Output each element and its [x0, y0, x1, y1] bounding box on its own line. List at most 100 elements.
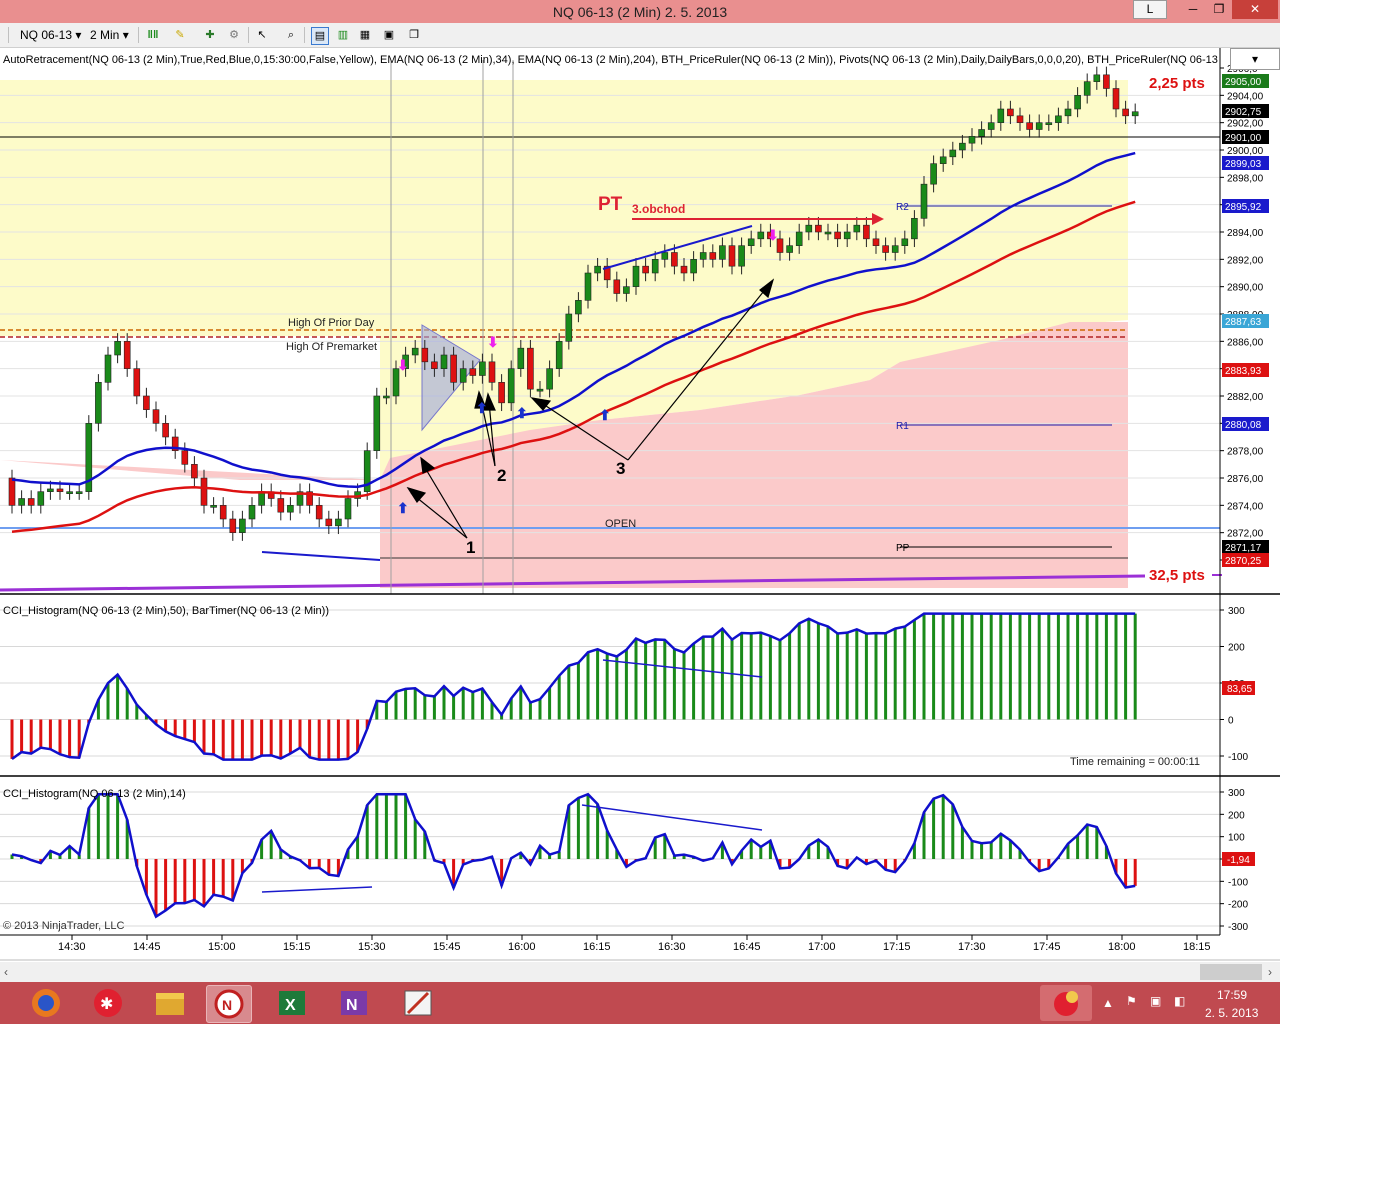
bar-timer: Time remaining = 00:00:11: [1070, 756, 1200, 768]
candle-body: [421, 347, 429, 363]
properties-icon[interactable]: ▦: [357, 27, 373, 43]
firefox-icon[interactable]: [24, 985, 68, 1021]
link-button[interactable]: L: [1133, 0, 1167, 19]
copy-icon[interactable]: ❐: [406, 27, 422, 43]
price-tag-label: 2905,00: [1225, 77, 1262, 88]
toolbar-grip: [8, 27, 9, 43]
strategy-icon[interactable]: ⚙: [226, 27, 242, 43]
svg-text:⬆: ⬆: [397, 500, 409, 516]
scroll-thumb[interactable]: [1200, 964, 1262, 980]
pencil-icon[interactable]: ✎: [172, 27, 188, 43]
chart-area[interactable]: ⬇ ⬇ ⬇ ⬆ ⬆ ⬆ ⬆ 2906,02904,002902,002900,0…: [0, 48, 1280, 964]
clock-date[interactable]: 2. 5. 2013: [1205, 1006, 1258, 1020]
candle-body: [728, 245, 736, 267]
horizontal-scrollbar[interactable]: ‹ ›: [0, 962, 1280, 982]
time-tick-label: 18:00: [1108, 941, 1136, 953]
volume-icon[interactable]: ◧: [1174, 994, 1185, 1008]
network-icon[interactable]: ▣: [1150, 994, 1161, 1008]
data-box-icon[interactable]: ▤: [311, 27, 329, 45]
time-tick-label: 18:15: [1183, 941, 1211, 953]
candle-body: [258, 491, 265, 506]
price-tag-label: 2871,17: [1225, 543, 1262, 554]
candle-body: [95, 382, 102, 424]
candle-body: [488, 361, 496, 383]
instrument-selector[interactable]: NQ 06-13 ▾: [20, 26, 81, 44]
zoom-icon[interactable]: ⌕: [283, 27, 299, 43]
candle-body: [709, 252, 717, 260]
candle-body: [1103, 74, 1110, 89]
pts-top-label: 2,25 pts: [1149, 75, 1205, 92]
pp-label: PP: [896, 543, 910, 554]
candle-body: [584, 272, 592, 301]
template-icon[interactable]: ▣: [381, 27, 397, 43]
instrument-label: NQ 06-13: [20, 28, 73, 42]
candle-body: [210, 505, 217, 508]
onenote-icon[interactable]: N: [332, 985, 376, 1021]
candle-body: [671, 252, 678, 267]
svg-text:N: N: [346, 997, 358, 1014]
toolbar-separator: [138, 27, 139, 43]
candle-body: [411, 347, 419, 356]
candle-body: [104, 354, 112, 383]
time-tick-label: 15:30: [358, 941, 386, 953]
panel-menu-button[interactable]: ▾: [1230, 48, 1280, 70]
tray-expand-icon[interactable]: ▲: [1102, 996, 1114, 1010]
toolbar-separator: [248, 27, 249, 43]
paint-icon[interactable]: [396, 985, 440, 1021]
open-label: OPEN: [605, 518, 636, 530]
cursor-icon[interactable]: ↖: [254, 27, 270, 43]
candle-body: [1064, 108, 1072, 117]
add-indicator-icon[interactable]: ✚: [202, 27, 218, 43]
pts-bottom-label: 32,5 pts: [1149, 567, 1205, 584]
time-tick-label: 16:15: [583, 941, 611, 953]
period-selector[interactable]: 2 Min ▾: [90, 26, 129, 44]
annotation-1: 1: [466, 538, 475, 557]
minimize-button[interactable]: ─: [1180, 0, 1206, 19]
candle-body: [56, 488, 64, 492]
candle-body: [805, 224, 813, 233]
flag-icon[interactable]: ⚑: [1126, 994, 1137, 1008]
maximize-button[interactable]: ❐: [1206, 0, 1232, 19]
app-red-icon[interactable]: ✱: [86, 985, 130, 1021]
candle-body: [795, 231, 803, 246]
high-premarket-label: High Of Premarket: [286, 341, 377, 353]
bar-style-icon[interactable]: ‖‖: [145, 27, 161, 43]
excel-icon[interactable]: X: [270, 985, 314, 1021]
scroll-right-icon[interactable]: ›: [1268, 965, 1272, 979]
candle-body: [1083, 81, 1091, 96]
clock-time[interactable]: 17:59: [1217, 988, 1247, 1002]
svg-text:⬆: ⬆: [516, 405, 528, 421]
tray-app-icon[interactable]: [1040, 985, 1092, 1021]
svg-text:⬇: ⬇: [767, 227, 779, 243]
price-chart[interactable]: ⬇ ⬇ ⬇ ⬆ ⬆ ⬆ ⬆ 2906,02904,002902,002900,0…: [0, 48, 1280, 964]
cci14-tick-label: -100: [1228, 877, 1248, 888]
cci14-tick-label: 100: [1228, 833, 1245, 844]
close-button[interactable]: ✕: [1232, 0, 1278, 19]
ninjatrader-icon[interactable]: N: [206, 985, 252, 1023]
price-tag-label: 2895,92: [1225, 202, 1262, 213]
chevron-down-icon: ▾: [1251, 52, 1259, 66]
candle-body: [1007, 108, 1014, 117]
candle-body: [651, 259, 659, 274]
chart-trader-icon[interactable]: ▥: [335, 27, 351, 43]
price-tick-label: 2898,00: [1227, 173, 1264, 184]
price-tick-label: 2876,00: [1227, 474, 1264, 485]
candle-body: [18, 498, 25, 506]
candle-body: [469, 368, 477, 376]
svg-text:✱: ✱: [100, 996, 113, 1013]
panel2-header: CCI_Histogram(NQ 06-13 (2 Min),50), BarT…: [3, 605, 329, 617]
scroll-left-icon[interactable]: ‹: [4, 965, 8, 979]
title-bar: NQ 06-13 (2 Min) 2. 5. 2013 L ─ ❐ ✕: [0, 0, 1280, 23]
time-tick-label: 17:30: [958, 941, 986, 953]
candle-body: [891, 245, 899, 253]
candle-body: [1026, 122, 1033, 130]
candle-body: [738, 245, 745, 267]
panel3-header: CCI_Histogram(NQ 06-13 (2 Min),14): [3, 788, 186, 800]
price-tick-label: 2882,00: [1227, 392, 1264, 403]
time-tick-label: 17:15: [883, 941, 911, 953]
candle-body: [1093, 74, 1101, 82]
candle-body: [987, 122, 995, 130]
cci50-tick-label: 0: [1228, 716, 1234, 727]
file-manager-icon[interactable]: [148, 985, 192, 1021]
candle-body: [219, 505, 227, 520]
